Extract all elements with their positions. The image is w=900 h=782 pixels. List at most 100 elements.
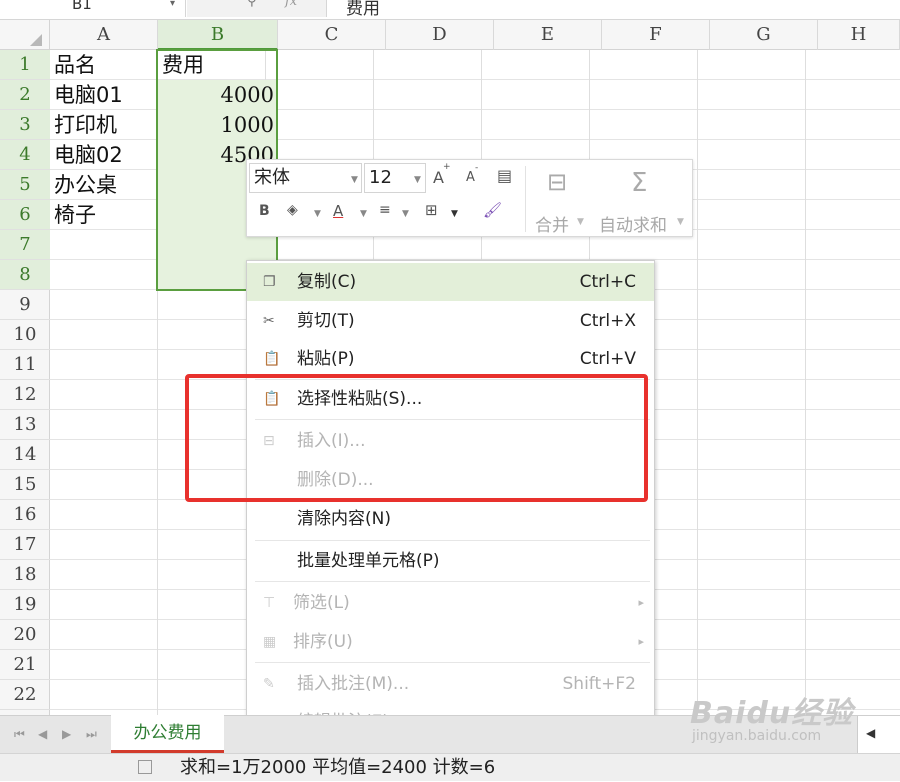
chevron-down-icon[interactable]: ▼ bbox=[351, 175, 358, 185]
watermark-logo: Baidu经验 bbox=[690, 696, 854, 731]
row-header-17[interactable]: 17 bbox=[0, 530, 50, 560]
font-name-select[interactable]: 宋体 bbox=[249, 163, 362, 193]
cell-b1[interactable]: 费用 bbox=[162, 50, 204, 80]
watermark-url: jingyan.baidu.com bbox=[692, 728, 822, 744]
border-icon[interactable]: ⊞ bbox=[425, 201, 438, 219]
chevron-down-icon[interactable]: ▼ bbox=[577, 217, 584, 227]
row-header-12[interactable]: 12 bbox=[0, 380, 50, 410]
fill-color-icon[interactable]: ◈ bbox=[287, 202, 298, 218]
formula-tools: ⚲ fx bbox=[187, 0, 327, 17]
corner-triangle-icon bbox=[30, 34, 42, 46]
menu-item-copy[interactable]: ❐ 复制(C) Ctrl+C bbox=[247, 263, 654, 301]
menu-item-sort[interactable]: ▦ 排序(U) ▸ bbox=[247, 623, 654, 661]
paste-icon: 📋 bbox=[263, 351, 281, 367]
row-header-22[interactable]: 22 bbox=[0, 680, 50, 710]
row-header-20[interactable]: 20 bbox=[0, 620, 50, 650]
fx-icon[interactable]: fx bbox=[285, 0, 297, 9]
cell-a3[interactable]: 打印机 bbox=[54, 110, 117, 140]
chevron-down-icon[interactable]: ▼ bbox=[402, 209, 409, 219]
menu-item-filter[interactable]: ⊤ 筛选(L) ▸ bbox=[247, 584, 654, 622]
chevron-down-icon[interactable]: ▼ bbox=[451, 209, 458, 219]
toolbar-divider bbox=[525, 166, 526, 232]
row-header-3[interactable]: 3 bbox=[0, 110, 50, 140]
status-doc-icon[interactable] bbox=[138, 760, 152, 774]
row-header-19[interactable]: 19 bbox=[0, 590, 50, 620]
row-header-18[interactable]: 18 bbox=[0, 560, 50, 590]
menu-item-insert-comment[interactable]: ✎ 插入批注(M)... Shift+F2 bbox=[247, 665, 654, 703]
scissors-icon: ✂ bbox=[263, 313, 275, 329]
next-sheet-icon[interactable]: ▶ bbox=[62, 716, 71, 752]
column-header-d[interactable]: D bbox=[386, 20, 494, 50]
zoom-icon[interactable]: ⚲ bbox=[247, 0, 257, 9]
column-header: A B C D E F G H bbox=[0, 20, 900, 50]
last-sheet-icon[interactable]: ⏭ bbox=[86, 716, 97, 752]
format-painter-icon[interactable]: 🖌 bbox=[483, 201, 502, 219]
merge-icon[interactable]: ⊟ bbox=[547, 168, 567, 196]
chevron-right-icon: ▸ bbox=[638, 635, 644, 648]
row-header-1[interactable]: 1 bbox=[0, 50, 50, 80]
comment-add-icon: ✎ bbox=[263, 676, 275, 692]
cell-a1[interactable]: 品名 bbox=[54, 50, 96, 80]
cell-a6[interactable]: 椅子 bbox=[54, 200, 96, 230]
cell-a5[interactable]: 办公桌 bbox=[54, 170, 117, 200]
font-color-button[interactable]: A bbox=[333, 202, 343, 220]
row-header-7[interactable]: 7 bbox=[0, 230, 50, 260]
menu-item-cut[interactable]: ✂ 剪切(T) Ctrl+X bbox=[247, 302, 654, 340]
formula-bar: B1 ▾ ⚲ fx 费用 bbox=[0, 0, 900, 20]
chevron-down-icon[interactable]: ▼ bbox=[314, 209, 321, 219]
merge-button[interactable]: 合并 bbox=[535, 211, 569, 236]
row-header-14[interactable]: 14 bbox=[0, 440, 50, 470]
column-header-e[interactable]: E bbox=[494, 20, 602, 50]
column-header-g[interactable]: G bbox=[710, 20, 818, 50]
row-header-11[interactable]: 11 bbox=[0, 350, 50, 380]
menu-divider bbox=[255, 662, 650, 663]
cell-b3[interactable]: 1000 bbox=[158, 110, 274, 140]
context-menu: ❐ 复制(C) Ctrl+C ✂ 剪切(T) Ctrl+X 📋 粘贴(P) Ct… bbox=[246, 260, 655, 770]
status-bar: 求和=1万2000 平均值=2400 计数=6 bbox=[0, 753, 900, 781]
row-header-13[interactable]: 13 bbox=[0, 410, 50, 440]
select-all-corner[interactable] bbox=[0, 20, 50, 50]
cell-a4[interactable]: 电脑02 bbox=[54, 140, 123, 170]
prev-sheet-icon[interactable]: ◀ bbox=[38, 716, 47, 752]
row-header-9[interactable]: 9 bbox=[0, 290, 50, 320]
chevron-down-icon[interactable]: ▾ bbox=[170, 0, 175, 9]
row-header-16[interactable]: 16 bbox=[0, 500, 50, 530]
filter-icon: ⊤ bbox=[263, 595, 276, 611]
chevron-down-icon[interactable]: ▼ bbox=[414, 175, 421, 185]
column-header-f[interactable]: F bbox=[602, 20, 710, 50]
sheet-tab-office-expense[interactable]: 办公费用 bbox=[111, 715, 224, 753]
row-header-2[interactable]: 2 bbox=[0, 80, 50, 110]
menu-item-clear-contents[interactable]: 清除内容(N) bbox=[247, 500, 654, 538]
chevron-down-icon[interactable]: ▼ bbox=[677, 217, 684, 227]
row-header-8[interactable]: 8 bbox=[0, 260, 50, 290]
column-header-c[interactable]: C bbox=[278, 20, 386, 50]
row-header-6[interactable]: 6 bbox=[0, 200, 50, 230]
sum-icon[interactable]: Σ bbox=[631, 168, 647, 198]
row-header-5[interactable]: 5 bbox=[0, 170, 50, 200]
column-header-b[interactable]: B bbox=[158, 20, 278, 50]
align-icon[interactable]: ≡ bbox=[379, 202, 391, 218]
column-header-h[interactable]: H bbox=[818, 20, 900, 50]
row-header-15[interactable]: 15 bbox=[0, 470, 50, 500]
menu-item-paste[interactable]: 📋 粘贴(P) Ctrl+V bbox=[247, 340, 654, 378]
column-header-a[interactable]: A bbox=[50, 20, 158, 50]
row-header-4[interactable]: 4 bbox=[0, 140, 50, 170]
row-header-21[interactable]: 21 bbox=[0, 650, 50, 680]
bold-button[interactable]: B bbox=[259, 203, 270, 219]
menu-divider bbox=[255, 540, 650, 541]
row-header-10[interactable]: 10 bbox=[0, 320, 50, 350]
menu-item-batch-process[interactable]: 批量处理单元格(P) bbox=[247, 542, 654, 580]
clear-format-icon[interactable]: ▤ bbox=[497, 166, 512, 185]
autosum-button[interactable]: 自动求和 bbox=[599, 211, 667, 236]
cell-b2[interactable]: 4000 bbox=[158, 80, 274, 110]
row-header: 1 2 3 4 5 6 7 8 9 10 11 12 13 14 15 16 1… bbox=[0, 50, 50, 715]
sort-icon: ▦ bbox=[263, 634, 277, 650]
chevron-down-icon[interactable]: ▼ bbox=[360, 209, 367, 219]
name-box[interactable]: B1 bbox=[0, 0, 186, 17]
cell-a2[interactable]: 电脑01 bbox=[54, 80, 123, 110]
first-sheet-icon[interactable]: ⏮ bbox=[14, 716, 25, 752]
copy-icon: ❐ bbox=[263, 274, 276, 290]
shrink-font-icon[interactable]: A bbox=[466, 170, 475, 185]
minus-icon: - bbox=[475, 163, 479, 173]
formula-input[interactable]: 费用 bbox=[346, 0, 380, 19]
